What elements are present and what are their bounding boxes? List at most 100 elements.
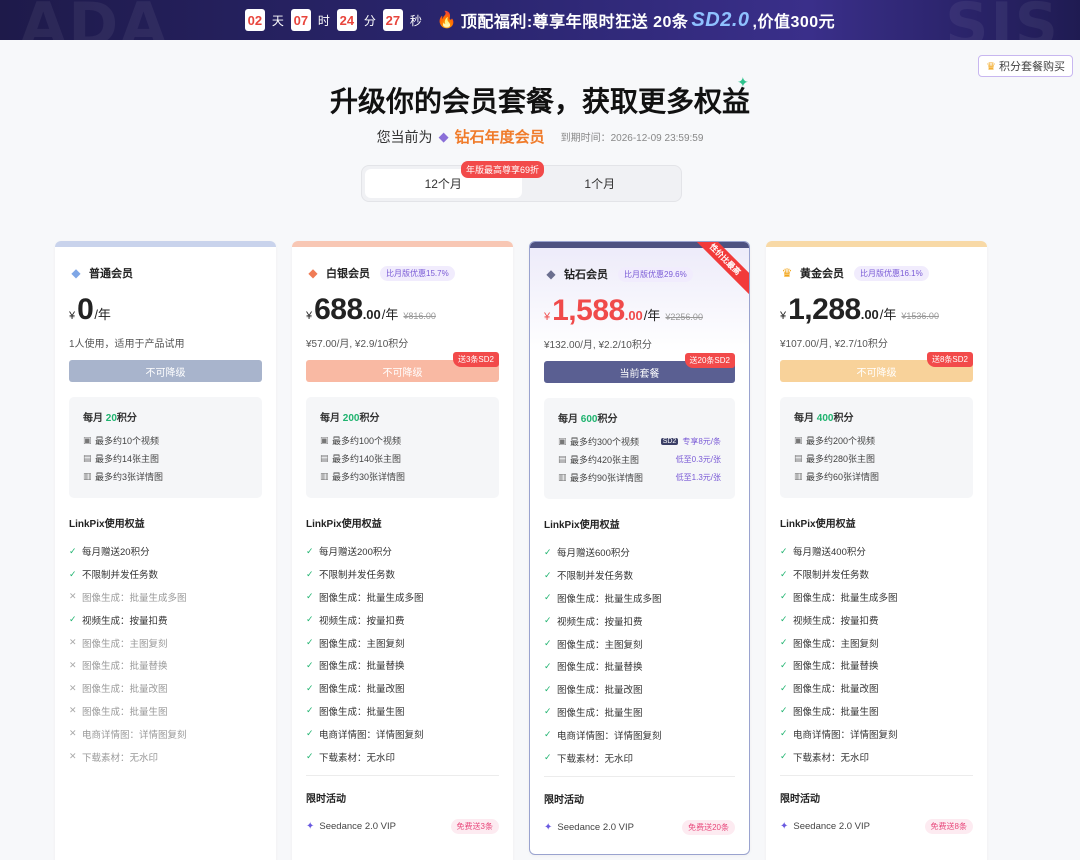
check-icon: ✓ — [544, 569, 552, 580]
plan-name: 白银会员 — [326, 268, 370, 280]
benefit-text: 不限制并发任务数 — [82, 570, 159, 582]
limited-activity-row: ✦ Seedance 2.0 VIP 免费送3条 — [306, 818, 499, 834]
check-icon: ✓ — [780, 568, 788, 579]
tab-1-month[interactable]: 1个月 — [522, 169, 679, 198]
plan-discount-badge: 比月版优惠29.6% — [618, 266, 693, 282]
plan-card[interactable]: ♛ 黄金会员 比月版优惠16.1% ¥1,288.00/年 ¥1536.00 ¥107.0… — [766, 241, 987, 860]
benefits-title: LinkPix使用权益 — [780, 519, 856, 530]
benefit-text: 图像生成：主图复刻 — [557, 639, 643, 651]
benefit-text: 图像生成：批量生图 — [557, 707, 643, 719]
credit-package-button[interactable]: ♛ 积分套餐购买 — [978, 55, 1073, 77]
cross-icon: ✕ — [69, 637, 77, 648]
benefit-text: 视频生成：按量扣费 — [793, 615, 879, 627]
quota-row: ▣ 最多约100个视频 — [320, 431, 485, 449]
plan-name: 普通会员 — [89, 268, 133, 280]
crown-icon: ♛ — [781, 266, 793, 280]
check-icon: ✓ — [306, 637, 314, 648]
check-icon: ✓ — [544, 660, 552, 671]
promo-highlight: SD2.0 — [691, 8, 750, 31]
video-icon: ▣ — [83, 434, 92, 445]
limited-activity-row: ✦ Seedance 2.0 VIP 免费送8条 — [780, 818, 973, 834]
credits-box: 每月 400积分 ▣ 最多约200个视频 ▤ 最多约280张主图 ▥ 最多约60张详情图 — [780, 397, 973, 498]
credits-title: 每月 400积分 — [794, 409, 959, 424]
current-label: 您当前为 — [376, 128, 433, 145]
benefit-item: ✓ 下载素材：无水印 — [544, 746, 735, 769]
promo-banner[interactable]: ADA SIS 02 天 07 时 24 分 27 秒 🔥 顶配福利:尊享年限时… — [0, 0, 1080, 40]
plan-action-button[interactable]: 不可降级 — [69, 360, 262, 382]
price-detail: ¥107.00/月, ¥2.7/10积分 — [780, 339, 888, 350]
benefit-item: ✓ 图像生成：批量生成多图 — [544, 587, 735, 610]
credits-suffix: 积分 — [116, 413, 137, 424]
credits-prefix: 每月 — [83, 413, 103, 424]
check-icon: ✓ — [544, 615, 552, 626]
benefit-item: ✓ 视频生成：按量扣费 — [780, 608, 973, 631]
benefit-text: 下载素材：无水印 — [793, 752, 870, 764]
check-icon: ✓ — [780, 682, 788, 693]
benefits-title: LinkPix使用权益 — [306, 519, 382, 530]
quota-text: 最多约30张详情图 — [332, 471, 406, 482]
price-currency: ¥ — [544, 311, 551, 323]
price-decimal: .00 — [624, 308, 643, 323]
quota-text: 最多约10个视频 — [95, 435, 160, 446]
benefit-item: ✓ 图像生成：批量改图 — [306, 677, 499, 700]
quota-text: 最多约200个视频 — [806, 435, 876, 446]
plan-price: ¥1,288.00/年 ¥1536.00 — [780, 293, 973, 327]
plan-price: ¥1,588.00/年 ¥2256.00 — [544, 294, 735, 328]
benefit-text: 图像生成：主图复刻 — [793, 638, 879, 650]
gem-icon: ◆ — [71, 266, 81, 280]
plan-action-button[interactable]: 当前套餐 送20条SD2 — [544, 353, 735, 383]
check-icon: ✓ — [69, 568, 77, 579]
limited-activity-row: ✦ Seedance 2.0 VIP 免费送20条 — [544, 819, 735, 835]
benefit-item: ✓ 不限制并发任务数 — [780, 563, 973, 586]
plan-action-button[interactable]: 不可降级 送3条SD2 — [306, 352, 499, 382]
quota-row: ▤ 最多约280张主图 — [794, 449, 959, 467]
cross-icon: ✕ — [69, 728, 77, 739]
check-icon: ✓ — [69, 614, 77, 625]
benefit-item: ✓ 图像生成：主图复刻 — [544, 632, 735, 655]
benefit-text: 图像生成：批量生成多图 — [557, 593, 662, 605]
price-integer: 0 — [77, 293, 94, 326]
benefit-item: ✓ 图像生成：批量改图 — [544, 678, 735, 701]
quota-row: ▤ 最多约140张主图 — [320, 449, 485, 467]
plan-action-label: 不可降级 — [382, 367, 423, 379]
quota-note: 专享8元/条 — [682, 436, 721, 446]
period-switch: 12个月 1个月 年版最高尊享69折 — [361, 161, 682, 202]
benefit-item: ✓ 下载素材：无水印 — [780, 745, 973, 768]
quota-text: 最多约60张详情图 — [806, 471, 880, 482]
check-icon: ✓ — [780, 728, 788, 739]
quota-row: ▤ 最多约14张主图 — [83, 449, 248, 467]
plan-action-button[interactable]: 不可降级 送8条SD2 — [780, 352, 973, 382]
sparkle-icon: ✦ — [737, 74, 749, 90]
benefit-item: ✓ 视频生成：按量扣费 — [69, 608, 262, 631]
plan-card[interactable]: 性价比最高 ◆ 钻石会员 比月版优惠29.6% ¥1,588.00/年 ¥2256.00 ¥… — [529, 241, 750, 855]
benefit-item: ✓ 图像生成：批量替换 — [544, 655, 735, 678]
benefit-text: 视频生成：按量扣费 — [319, 615, 405, 627]
benefit-item: ✓ 图像生成：主图复刻 — [306, 631, 499, 654]
quota-row: ▥ 最多约30张详情图 — [320, 467, 485, 485]
quota-row: ▤ 最多约420张主图 低至0.3元/张 — [558, 450, 721, 468]
plan-card[interactable]: ◆ 白银会员 比月版优惠15.7% ¥688.00/年 ¥816.00 ¥57.00/月,… — [292, 241, 513, 860]
quota-row: ▥ 最多约90张详情图 低至1.3元/张 — [558, 468, 721, 486]
benefit-item: ✓ 下载素材：无水印 — [306, 745, 499, 768]
quota-row: ▣ 最多约300个视频 SD2 专享8元/条 — [558, 432, 721, 450]
benefit-item: ✓ 图像生成：批量替换 — [780, 654, 973, 677]
check-icon: ✓ — [544, 546, 552, 557]
sparkle-icon: ✦ — [306, 820, 315, 832]
benefit-item: ✓ 电商详情图：详情图复刻 — [780, 722, 973, 745]
divider — [780, 774, 973, 776]
benefit-item: ✓ 不限制并发任务数 — [306, 563, 499, 586]
plan-card[interactable]: ◆ 普通会员 ¥0/年 1人使用，适用于产品试用 不可降级 每月 20积分 ▣ 最多约10个视… — [55, 241, 276, 860]
current-membership: 您当前为 ◆ 钻石年度会员 到期时间：2026-12-09 23:59:59 — [0, 126, 1080, 147]
check-icon: ✓ — [780, 637, 788, 648]
plan-cards: ◆ 普通会员 ¥0/年 1人使用，适用于产品试用 不可降级 每月 20积分 ▣ 最多约10个视… — [55, 241, 987, 860]
divider — [544, 775, 735, 777]
check-icon: ✓ — [780, 614, 788, 625]
benefit-text: 电商详情图：详情图复刻 — [557, 730, 662, 742]
price-integer: 688 — [314, 293, 363, 326]
quota-text: 最多约420张主图 — [570, 454, 640, 465]
check-icon: ✓ — [306, 728, 314, 739]
fire-icon: 🔥 — [436, 12, 457, 29]
price-detail: ¥57.00/月, ¥2.9/10积分 — [306, 339, 409, 350]
benefit-item: ✓ 图像生成：批量改图 — [780, 677, 973, 700]
benefit-text: 图像生成：主图复刻 — [319, 638, 405, 650]
